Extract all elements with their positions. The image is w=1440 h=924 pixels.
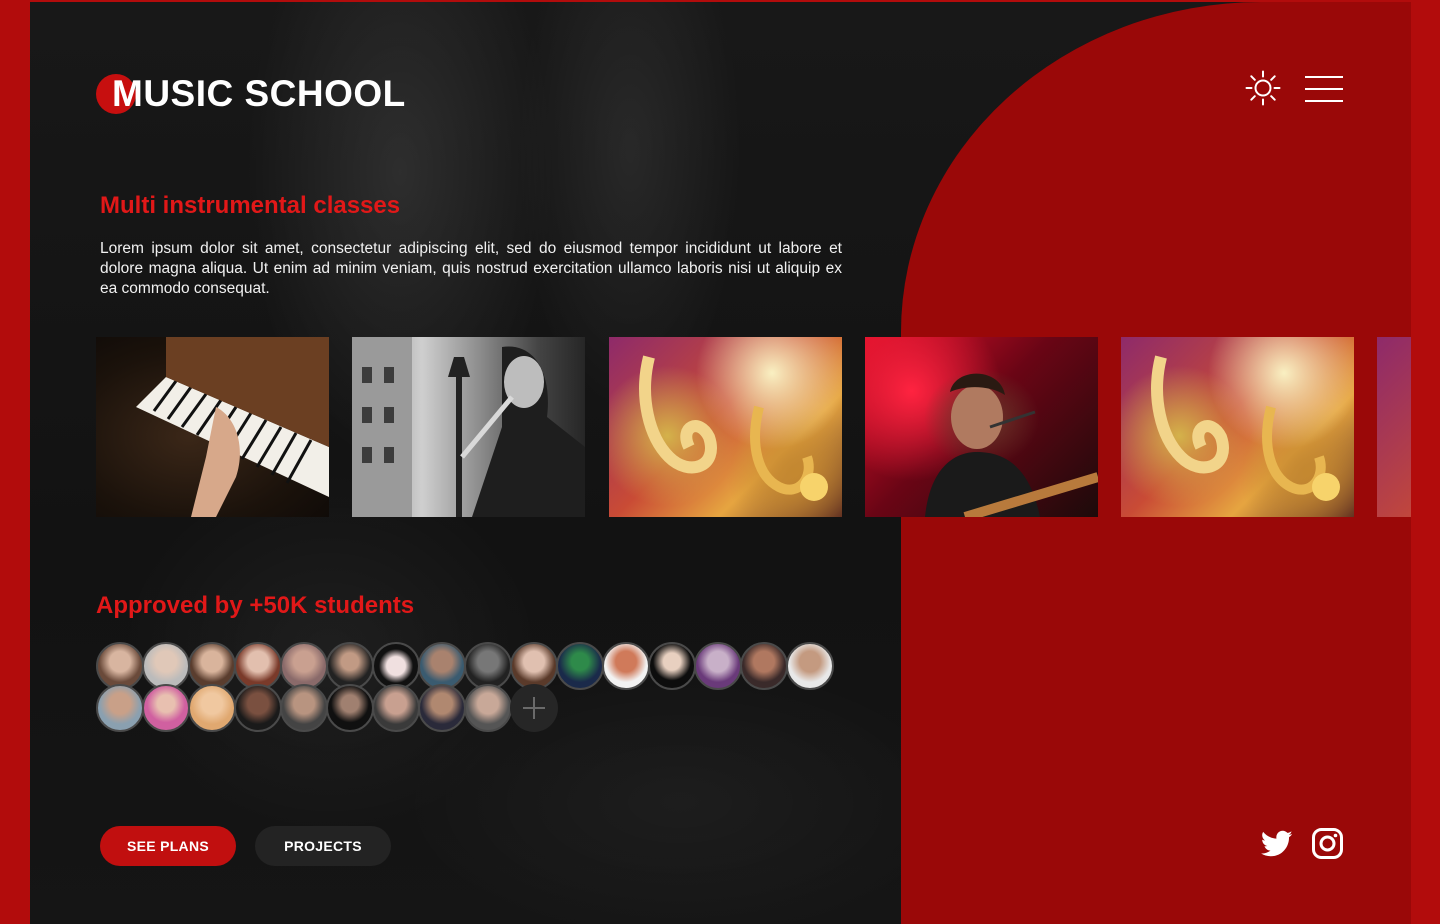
student-avatar[interactable] [96, 684, 144, 732]
plus-icon[interactable] [510, 684, 558, 732]
student-avatar[interactable] [648, 642, 696, 690]
student-avatars [96, 642, 876, 734]
student-avatar[interactable] [280, 642, 328, 690]
student-avatar[interactable] [372, 642, 420, 690]
student-avatar[interactable] [234, 684, 282, 732]
student-avatar[interactable] [326, 642, 374, 690]
student-avatar[interactable] [740, 642, 788, 690]
student-avatar[interactable] [464, 684, 512, 732]
student-avatar[interactable] [372, 684, 420, 732]
approved-title: Approved by +50K students [96, 592, 415, 619]
student-avatar[interactable] [188, 642, 236, 690]
student-avatar[interactable] [556, 642, 604, 690]
hamburger-menu-icon[interactable] [1305, 74, 1343, 104]
student-avatar[interactable] [602, 642, 650, 690]
student-avatar[interactable] [418, 642, 466, 690]
student-avatar[interactable] [326, 684, 374, 732]
student-avatar[interactable] [510, 642, 558, 690]
guitar-singer-photo[interactable] [865, 337, 1098, 517]
logo[interactable]: MUSIC SCHOOL [96, 72, 405, 116]
flute-street-photo[interactable] [352, 337, 585, 517]
sun-icon[interactable] [1245, 70, 1281, 106]
see-plans-button[interactable]: SEE PLANS [100, 826, 236, 866]
student-avatar[interactable] [188, 684, 236, 732]
saxophone-band-photo[interactable] [609, 337, 842, 517]
student-avatar[interactable] [786, 642, 834, 690]
student-avatar[interactable] [464, 642, 512, 690]
instagram-icon[interactable] [1312, 828, 1343, 859]
student-avatar[interactable] [694, 642, 742, 690]
main-frame: MUSIC SCHOOL Multi instrumental classes … [30, 2, 1411, 924]
photo-gallery [96, 337, 1411, 517]
section-description: Lorem ipsum dolor sit amet, consectetur … [100, 240, 842, 297]
student-avatar[interactable] [280, 684, 328, 732]
piano-photo[interactable] [96, 337, 329, 517]
section-title: Multi instrumental classes [100, 192, 401, 219]
student-avatar[interactable] [96, 642, 144, 690]
saxophone-band-photo[interactable] [1377, 337, 1411, 517]
student-avatar[interactable] [142, 684, 190, 732]
student-avatar[interactable] [142, 642, 190, 690]
student-avatar[interactable] [234, 642, 282, 690]
saxophone-band-photo[interactable] [1121, 337, 1354, 517]
logo-text: MUSIC SCHOOL [112, 73, 406, 114]
student-avatar[interactable] [418, 684, 466, 732]
projects-button[interactable]: PROJECTS [255, 826, 391, 866]
twitter-icon[interactable] [1260, 830, 1293, 858]
